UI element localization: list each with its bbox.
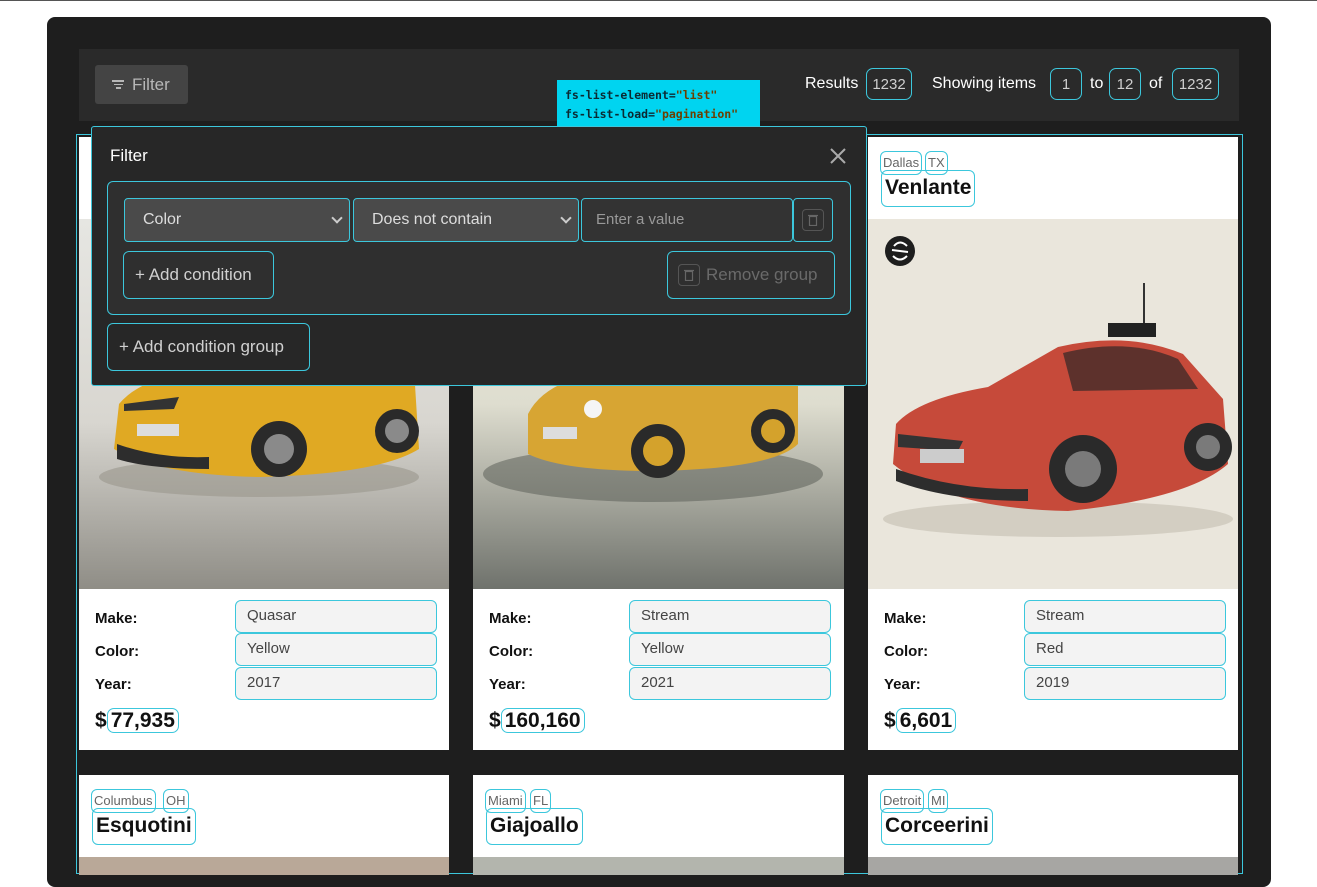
- car-image: [79, 857, 449, 875]
- field-select[interactable]: Color: [124, 198, 350, 242]
- car-card[interactable]: Columbus OH Esquotini: [79, 775, 449, 875]
- car-card[interactable]: Detroit MI Corceerini: [868, 775, 1238, 875]
- color-label: Color:: [95, 643, 140, 660]
- currency-symbol: $: [489, 709, 501, 732]
- of-label: of: [1149, 75, 1163, 92]
- price-value: 160,160: [500, 708, 585, 733]
- color-value: Yellow: [235, 633, 437, 666]
- price: $77,935: [95, 708, 179, 733]
- car-name: Corceerini: [881, 808, 993, 845]
- remove-group-button[interactable]: Remove group: [667, 251, 835, 299]
- showing-label: Showing items: [932, 75, 1037, 92]
- price-value: 6,601: [895, 708, 957, 733]
- year-label: Year:: [95, 676, 132, 693]
- results-count: 1232: [866, 68, 912, 100]
- operator-select[interactable]: Does not contain: [353, 198, 579, 242]
- year-label: Year:: [884, 676, 921, 693]
- car-image: [473, 857, 844, 875]
- car-name: Venlante: [881, 170, 976, 207]
- car-image: [868, 857, 1238, 875]
- price-value: 77,935: [106, 708, 179, 733]
- make-label: Make:: [95, 610, 138, 627]
- car-card[interactable]: Dallas TX Venlante Make: Stream Color: R…: [868, 137, 1238, 750]
- color-value: Yellow: [629, 633, 831, 666]
- make-value: Stream: [629, 600, 831, 633]
- remove-condition-button[interactable]: [793, 198, 833, 242]
- make-label: Make:: [489, 610, 532, 627]
- price: $6,601: [884, 708, 957, 733]
- to-label: to: [1090, 75, 1104, 92]
- add-condition-group-button[interactable]: + Add condition group: [107, 323, 310, 371]
- year-value: 2019: [1024, 667, 1226, 700]
- attribute-tooltip: fs-list-element="list" fs-list-load="pag…: [557, 80, 760, 126]
- make-label: Make:: [884, 610, 927, 627]
- car-name: Giajoallo: [486, 808, 583, 845]
- tooltip-val-1: "list": [675, 88, 718, 102]
- field-select-value: Color: [143, 211, 182, 228]
- color-label: Color:: [489, 643, 534, 660]
- color-value: Red: [1024, 633, 1226, 666]
- chevron-down-icon: [560, 212, 572, 224]
- trash-icon: [678, 264, 700, 286]
- filter-button-label: Filter: [132, 74, 170, 94]
- total-count: 1232: [1172, 68, 1219, 100]
- filter-panel-title: Filter: [110, 146, 148, 165]
- currency-symbol: $: [884, 709, 896, 732]
- tooltip-attr-1: fs-list-element=: [565, 88, 676, 102]
- price: $160,160: [489, 708, 585, 733]
- page-from: 1: [1050, 68, 1082, 100]
- currency-symbol: $: [95, 709, 107, 732]
- operator-select-value: Does not contain: [372, 211, 493, 228]
- car-name: Esquotini: [92, 808, 196, 845]
- value-input[interactable]: Enter a value: [581, 198, 793, 242]
- close-icon[interactable]: [827, 145, 849, 167]
- filter-icon: [112, 80, 124, 89]
- tooltip-val-2: "pagination": [655, 107, 739, 121]
- year-value: 2021: [629, 667, 831, 700]
- filter-button[interactable]: Filter: [95, 65, 188, 104]
- year-value: 2017: [235, 667, 437, 700]
- make-value: Stream: [1024, 600, 1226, 633]
- car-card[interactable]: Miami FL Giajoallo: [473, 775, 844, 875]
- remove-group-label: Remove group: [706, 265, 818, 284]
- top-divider: [0, 0, 1317, 1]
- year-label: Year:: [489, 676, 526, 693]
- page-to: 12: [1109, 68, 1141, 100]
- chevron-down-icon: [331, 212, 343, 224]
- trash-icon: [802, 209, 824, 231]
- add-condition-button[interactable]: + Add condition: [123, 251, 274, 299]
- tooltip-attr-2: fs-list-load=: [565, 107, 656, 121]
- car-image: [868, 219, 1238, 589]
- make-value: Quasar: [235, 600, 437, 633]
- color-label: Color:: [884, 643, 929, 660]
- results-label: Results: [805, 75, 859, 92]
